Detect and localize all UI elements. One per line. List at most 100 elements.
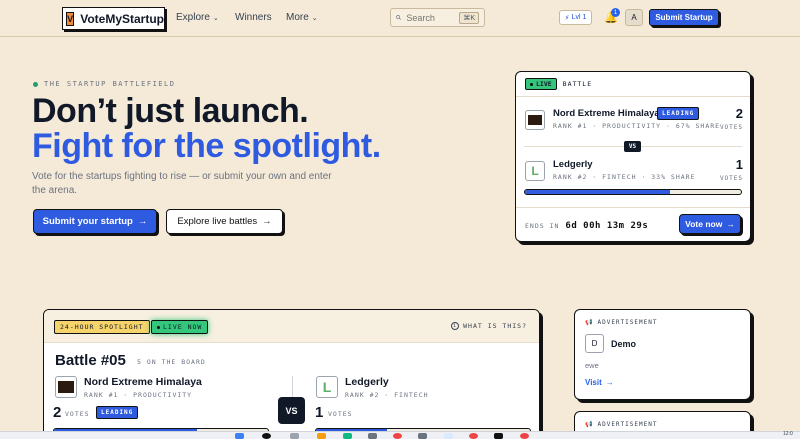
nav-more-label: More: [286, 12, 309, 23]
what-is-this-label: WHAT IS THIS?: [463, 322, 527, 330]
arrow-right-icon: →: [262, 216, 272, 227]
search-box[interactable]: ⌘K: [390, 8, 485, 27]
votes-label: VOTES: [719, 124, 743, 131]
contender-row[interactable]: Nord Extreme Himalaya LEADING RANK #1 · …: [525, 106, 743, 136]
product-image-icon: [528, 115, 542, 125]
brand-name: VoteMyStartup: [80, 11, 164, 26]
spotlight-tag: 24-HOUR SPOTLIGHT: [54, 320, 150, 334]
ad-header: 📢 ADVERTISEMENT: [585, 319, 657, 326]
ad-visit-link[interactable]: Visit →: [585, 378, 614, 387]
arrow-right-icon: →: [137, 216, 148, 227]
ad-label: ADVERTISEMENT: [597, 421, 658, 428]
app-icon[interactable]: [368, 433, 377, 439]
task-view-icon[interactable]: [290, 433, 299, 439]
contender-row[interactable]: L Ledgerly RANK #2 · FINTECH · 33% SHARE…: [525, 157, 743, 187]
contender-meta: RANK #2 · FINTECH · 33% SHARE: [553, 173, 696, 181]
windows-start-icon[interactable]: [235, 433, 244, 439]
app-icon[interactable]: [418, 433, 427, 439]
contender-logo[interactable]: L: [316, 376, 338, 398]
search-shortcut: ⌘K: [459, 11, 479, 24]
chevron-down-icon: ⌄: [212, 14, 219, 22]
product-image-icon: [58, 381, 74, 393]
vote-now-button[interactable]: Vote now →: [679, 214, 741, 234]
ledgerly-logo-icon: L: [322, 379, 332, 395]
info-icon: i: [451, 322, 460, 330]
submit-startup-button[interactable]: Submit Startup: [649, 9, 719, 26]
vote-share-bar: [524, 189, 742, 195]
status-dot-icon: [33, 81, 38, 87]
live-now-tag: LIVE NOW: [151, 320, 209, 334]
ad-label: ADVERTISEMENT: [597, 319, 658, 326]
vote-now-label: Vote now: [685, 219, 723, 229]
app-icon[interactable]: [393, 433, 402, 439]
megaphone-icon: 📢: [585, 319, 594, 326]
search-icon: [396, 15, 402, 20]
search-taskbar-icon[interactable]: [262, 433, 271, 439]
system-clock: 12:0: [783, 431, 793, 437]
vote-count: 1: [735, 157, 743, 172]
ledgerly-logo-icon: L: [531, 164, 539, 178]
left-vote-count: 2: [53, 404, 62, 421]
level-badge[interactable]: ⚡ Lvl 1: [559, 10, 592, 25]
contender-name: Ledgerly: [553, 159, 593, 170]
contender-logo: L: [525, 161, 545, 181]
logo-badge-icon: V: [66, 11, 75, 26]
vs-badge: VS: [624, 141, 641, 152]
what-is-this-link[interactable]: i WHAT IS THIS?: [451, 322, 527, 330]
nav-more[interactable]: More ⌄: [286, 12, 318, 23]
contender-meta: RANK #1 · PRODUCTIVITY · 67% SHARE: [553, 122, 721, 130]
countdown: ENDS IN 6d 00h 13m 29s: [525, 221, 648, 231]
hero-subtext: Vote for the startups fighting to rise —…: [32, 171, 332, 196]
contender-name: Nord Extreme Himalaya: [553, 108, 660, 119]
bolt-icon: ⚡: [564, 14, 570, 22]
terminal-icon[interactable]: [494, 433, 503, 439]
level-label: Lvl 1: [571, 14, 587, 21]
right-vote-count: 1: [315, 404, 324, 421]
contender-logo: [525, 110, 545, 130]
votes-label: VOTES: [719, 175, 743, 182]
app-icon[interactable]: [343, 433, 352, 439]
browser-icon[interactable]: [444, 433, 453, 439]
submit-your-startup-label: Submit your startup: [42, 216, 133, 227]
search-input[interactable]: [406, 12, 455, 23]
contender-logo[interactable]: [55, 376, 77, 398]
leading-badge: LEADING: [657, 107, 700, 120]
submit-your-startup-button[interactable]: Submit your startup →: [33, 209, 157, 234]
explore-live-battles-button[interactable]: Explore live battles →: [166, 209, 283, 234]
countdown-value: 6d 00h 13m 29s: [565, 221, 649, 231]
brand-logo[interactable]: V VoteMyStartup: [62, 7, 165, 30]
ad-name[interactable]: Demo: [611, 339, 636, 349]
nav-explore-label: Explore: [176, 12, 210, 23]
ad-description: ewe: [585, 361, 599, 370]
right-votes-label: VOTES: [328, 410, 353, 418]
left-contender-meta: RANK #1 · PRODUCTIVITY: [84, 391, 193, 399]
top-nav-bar: V VoteMyStartup Explore ⌄ Winners More ⌄…: [0, 0, 800, 37]
spotlight-panel: 24-HOUR SPOTLIGHT LIVE NOW i WHAT IS THI…: [43, 309, 540, 439]
vs-badge: VS: [278, 397, 305, 424]
nav-explore[interactable]: Explore ⌄: [176, 12, 219, 23]
ends-in-label: ENDS IN: [525, 222, 560, 230]
live-label: LIVE: [536, 80, 552, 88]
battle-card-footer: ENDS IN 6d 00h 13m 29s Vote now →: [516, 207, 750, 241]
right-contender-meta: RANK #2 · FINTECH: [345, 391, 429, 399]
ad-visit-label: Visit: [585, 378, 602, 387]
chevron-down-icon: ⌄: [311, 14, 318, 22]
right-contender-name[interactable]: Ledgerly: [345, 376, 389, 388]
battle-card-header: LIVE BATTLE: [516, 72, 750, 97]
left-votes-label: VOTES: [65, 410, 90, 418]
nav-winners-label: Winners: [235, 12, 272, 23]
hero-headline-line1: Don’t just launch.: [32, 92, 309, 130]
app-icon[interactable]: [469, 433, 478, 439]
left-contender-name[interactable]: Nord Extreme Himalaya: [84, 376, 202, 388]
battle-title: Battle #05: [55, 352, 126, 369]
nav-winners[interactable]: Winners: [235, 12, 272, 23]
arrow-right-icon: →: [605, 378, 614, 387]
leading-badge: LEADING: [96, 406, 139, 419]
live-battle-card: LIVE BATTLE Nord Extreme Himalaya LEADIN…: [515, 71, 751, 242]
hero-eyebrow: THE STARTUP BATTLEFIELD: [33, 80, 175, 88]
avatar[interactable]: A: [625, 9, 643, 26]
app-icon[interactable]: [520, 433, 529, 439]
file-explorer-icon[interactable]: [317, 433, 326, 439]
live-badge: LIVE: [525, 78, 557, 90]
notification-count: 1: [611, 8, 620, 17]
